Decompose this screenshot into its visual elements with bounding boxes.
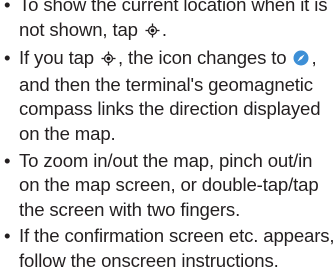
- item-text-line: on the map screen, or double-tap/tap: [19, 174, 319, 196]
- list-item: • If you tap , the icon changes to , and…: [0, 46, 334, 146]
- locate-icon: [145, 20, 160, 45]
- item-text-line: If the confirmation screen etc. appears,: [19, 225, 334, 247]
- item-text-line: compass links the direction displayed: [19, 98, 321, 120]
- item-text-line: and then the terminal's geomagnetic: [19, 73, 313, 95]
- bullet: •: [4, 47, 11, 69]
- bullet: •: [4, 0, 11, 15]
- bullet: •: [4, 225, 11, 247]
- list-item: • To zoom in/out the map, pinch out/in o…: [0, 149, 334, 223]
- item-text-line: not shown, tap .: [19, 18, 334, 45]
- item-text-line: To show the current location when it is: [19, 0, 328, 15]
- item-text-line: on the map.: [19, 122, 116, 144]
- item-text-line: To zoom in/out the map, pinch out/in: [19, 149, 313, 171]
- bullet-list: • To show the current location when it i…: [0, 0, 334, 276]
- item-text-line: If you tap , the icon changes to ,: [19, 46, 334, 73]
- item-text-line: the screen with two fingers.: [19, 198, 241, 220]
- bullet: •: [4, 149, 11, 171]
- list-item: • If the confirmation screen etc. appear…: [0, 224, 334, 273]
- locate-icon: [101, 48, 116, 73]
- item-text-line: follow the onscreen instructions.: [19, 249, 279, 271]
- compass-icon: [293, 48, 309, 73]
- list-item: • To show the current location when it i…: [0, 0, 334, 44]
